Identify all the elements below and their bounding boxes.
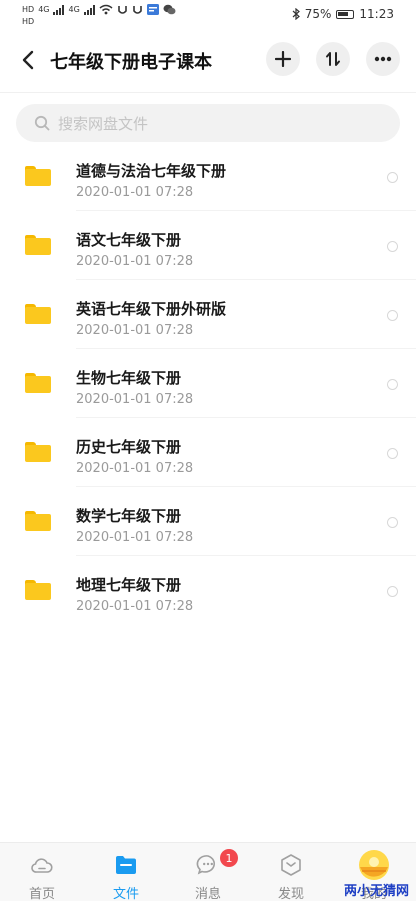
cloud-icon bbox=[31, 858, 53, 873]
folder-icon bbox=[25, 373, 51, 393]
tab-home-label: 首页 bbox=[28, 887, 55, 902]
select-checkbox[interactable] bbox=[387, 172, 398, 183]
file-list: 道德与法治七年级下册 2020-01-01 07:28 语文七年级下册 2020… bbox=[0, 142, 416, 625]
unread-badge: 1 bbox=[220, 849, 238, 867]
select-checkbox[interactable] bbox=[387, 379, 398, 390]
select-checkbox[interactable] bbox=[387, 517, 398, 528]
file-name: 道德与法治七年级下册 bbox=[76, 162, 227, 180]
file-date: 2020-01-01 07:28 bbox=[76, 461, 194, 476]
back-button[interactable] bbox=[16, 46, 40, 74]
folder-icon bbox=[25, 166, 51, 186]
file-date: 2020-01-01 07:28 bbox=[76, 185, 194, 200]
sort-button[interactable] bbox=[316, 42, 350, 76]
tab-files[interactable]: 文件 bbox=[84, 843, 168, 902]
select-checkbox[interactable] bbox=[387, 310, 398, 321]
tab-messages[interactable]: 消息 bbox=[166, 843, 250, 902]
file-name: 语文七年级下册 bbox=[76, 231, 182, 249]
tab-home[interactable]: 首页 bbox=[0, 843, 84, 902]
hd-label: HD bbox=[22, 5, 35, 14]
folder-icon bbox=[116, 856, 136, 874]
file-name: 英语七年级下册外研版 bbox=[76, 300, 227, 318]
news-app-icon bbox=[146, 4, 159, 15]
network-label: 4G bbox=[38, 5, 50, 14]
file-row[interactable]: 英语七年级下册外研版 2020-01-01 07:28 bbox=[0, 280, 416, 349]
file-row[interactable]: 语文七年级下册 2020-01-01 07:28 bbox=[0, 211, 416, 280]
file-name: 地理七年级下册 bbox=[76, 576, 182, 594]
file-row[interactable]: 道德与法治七年级下册 2020-01-01 07:28 bbox=[0, 142, 416, 211]
wechat-icon bbox=[163, 4, 176, 15]
page-title: 七年级下册电子课本 bbox=[50, 52, 212, 73]
status-bar-right: 75% 11:23 bbox=[292, 7, 394, 21]
status-bar: HD 4G 4G HD 75% 11:23 bbox=[0, 0, 416, 30]
tab-discover[interactable]: 发现 bbox=[249, 843, 333, 902]
tab-discover-label: 发现 bbox=[277, 887, 304, 902]
hd-label-2: HD bbox=[22, 17, 35, 26]
chat-icon bbox=[196, 855, 215, 875]
avatar bbox=[359, 850, 389, 880]
file-date: 2020-01-01 07:28 bbox=[76, 254, 194, 269]
file-name: 历史七年级下册 bbox=[76, 438, 182, 456]
file-date: 2020-01-01 07:28 bbox=[76, 323, 194, 338]
file-date: 2020-01-01 07:28 bbox=[76, 599, 194, 614]
folder-icon bbox=[25, 235, 51, 255]
file-date: 2020-01-01 07:28 bbox=[76, 392, 194, 407]
file-row[interactable]: 生物七年级下册 2020-01-01 07:28 bbox=[0, 349, 416, 418]
status-bar-left: HD 4G 4G HD bbox=[22, 4, 176, 26]
more-button[interactable] bbox=[366, 42, 400, 76]
app-notification-icon-2 bbox=[132, 6, 142, 14]
wifi-icon bbox=[99, 4, 113, 15]
folder-icon bbox=[25, 304, 51, 324]
search-placeholder: 搜索网盘文件 bbox=[58, 114, 149, 133]
file-date: 2020-01-01 07:28 bbox=[76, 530, 194, 545]
file-row[interactable]: 地理七年级下册 2020-01-01 07:28 bbox=[0, 556, 416, 625]
select-checkbox[interactable] bbox=[387, 448, 398, 459]
header-divider bbox=[0, 92, 416, 93]
signal-icon-2 bbox=[83, 4, 95, 15]
chevron-left-icon bbox=[22, 50, 34, 70]
folder-icon bbox=[25, 580, 51, 600]
watermark: 两小无猜网 bbox=[344, 884, 410, 899]
folder-icon bbox=[25, 442, 51, 462]
cube-icon bbox=[281, 854, 301, 876]
app-notification-icon bbox=[117, 6, 127, 14]
clock: 11:23 bbox=[359, 7, 394, 21]
more-icon bbox=[374, 56, 392, 62]
header: 七年级下册电子课本 bbox=[0, 38, 416, 82]
file-row[interactable]: 数学七年级下册 2020-01-01 07:28 bbox=[0, 487, 416, 556]
plus-icon bbox=[275, 51, 291, 67]
battery-icon bbox=[336, 9, 355, 19]
search-input[interactable]: 搜索网盘文件 bbox=[16, 104, 400, 142]
file-name: 生物七年级下册 bbox=[76, 369, 182, 387]
select-checkbox[interactable] bbox=[387, 586, 398, 597]
tab-messages-label: 消息 bbox=[194, 887, 221, 902]
select-checkbox[interactable] bbox=[387, 241, 398, 252]
search-icon bbox=[34, 115, 50, 131]
bluetooth-icon bbox=[292, 8, 300, 20]
network-label-2: 4G bbox=[68, 5, 80, 14]
add-button[interactable] bbox=[266, 42, 300, 76]
sort-icon bbox=[326, 52, 340, 66]
file-name: 数学七年级下册 bbox=[76, 507, 182, 525]
battery-percent: 75% bbox=[304, 7, 332, 21]
folder-icon bbox=[25, 511, 51, 531]
signal-icon bbox=[53, 4, 65, 15]
file-row[interactable]: 历史七年级下册 2020-01-01 07:28 bbox=[0, 418, 416, 487]
tab-files-label: 文件 bbox=[112, 887, 139, 902]
